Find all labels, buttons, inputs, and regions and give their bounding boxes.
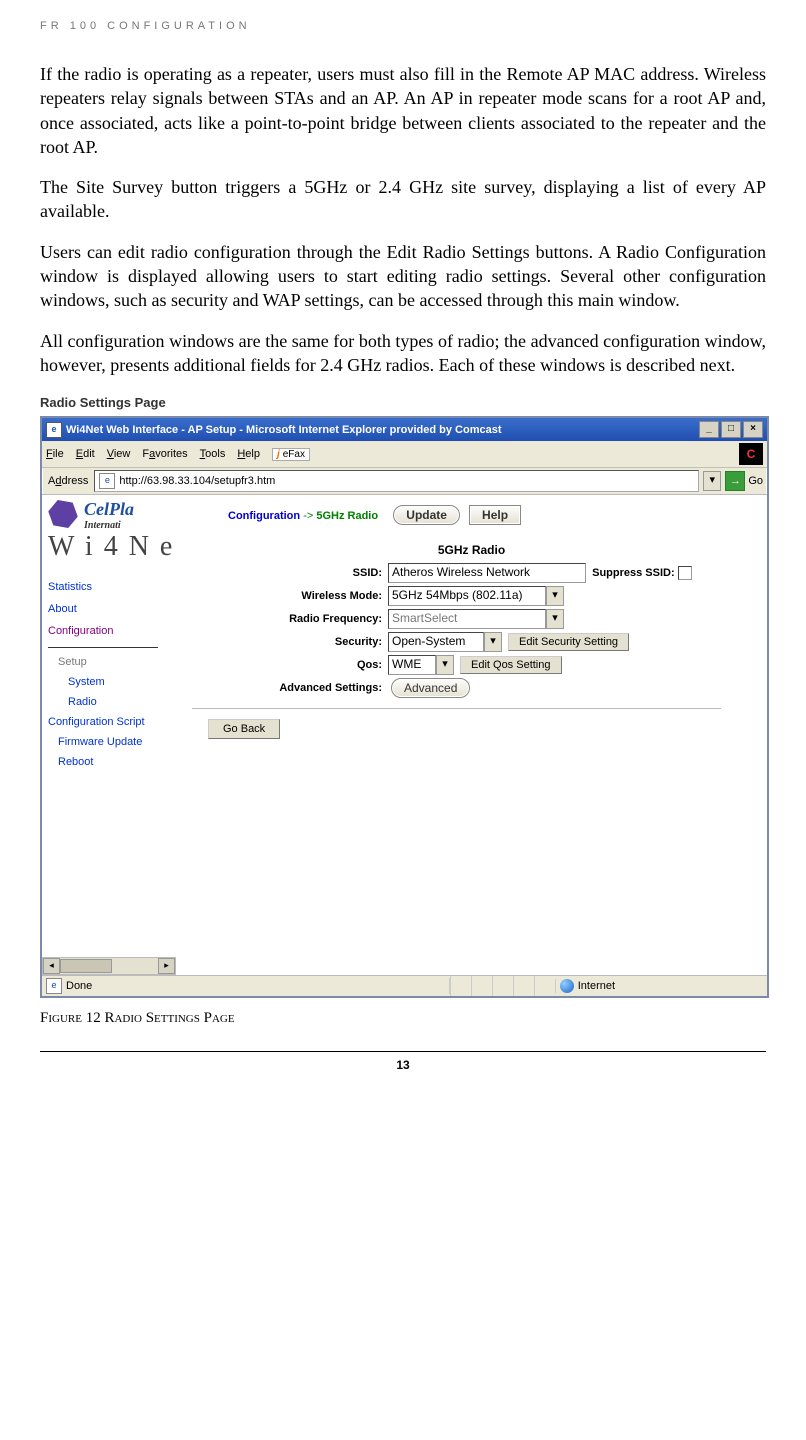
globe-icon <box>560 979 574 993</box>
radio-frequency-select[interactable]: SmartSelect▾ <box>388 609 564 629</box>
subhead-radio-settings: Radio Settings Page <box>40 395 766 410</box>
nav-setup[interactable]: Setup <box>58 656 178 668</box>
menu-tools[interactable]: Tools <box>200 448 226 460</box>
edit-qos-button[interactable]: Edit Qos Setting <box>460 656 562 674</box>
close-button[interactable]: × <box>743 421 763 438</box>
scroll-thumb[interactable] <box>60 959 112 973</box>
radio-frequency-label: Radio Frequency: <box>182 613 388 625</box>
nav-about[interactable]: About <box>48 603 178 615</box>
scroll-left-icon[interactable]: ◂ <box>43 958 60 974</box>
minimize-button[interactable]: _ <box>699 421 719 438</box>
qos-select[interactable]: WME▾ <box>388 655 454 675</box>
status-bar: e Done Internet <box>42 975 767 996</box>
nav-radio[interactable]: Radio <box>68 696 178 708</box>
breadcrumb-arrow-icon: -> <box>303 510 313 522</box>
chevron-down-icon: ▾ <box>546 609 564 629</box>
wireless-mode-label: Wireless Mode: <box>182 590 388 602</box>
form-divider <box>192 708 721 709</box>
address-label: Address <box>46 475 90 487</box>
breadcrumb: Configuration -> 5GHz Radio Update Help <box>228 505 761 525</box>
main-content: Configuration -> 5GHz Radio Update Help … <box>182 495 767 975</box>
comcast-logo-icon: C <box>739 443 763 465</box>
security-select[interactable]: Open-System▾ <box>388 632 502 652</box>
chevron-down-icon: ▾ <box>436 655 454 675</box>
breadcrumb-configuration[interactable]: Configuration <box>228 510 300 522</box>
address-bar: Address e http://63.98.33.104/setupfr3.h… <box>42 468 767 495</box>
ie-icon: e <box>46 422 62 438</box>
window-title: Wi4Net Web Interface - AP Setup - Micros… <box>66 424 502 436</box>
page-rule <box>40 1051 766 1052</box>
paragraph-3: Users can edit radio configuration throu… <box>40 240 766 313</box>
toolbar-efax[interactable]: jeFax <box>272 448 310 461</box>
menu-file[interactable]: File <box>46 448 64 460</box>
celplan-logo: CelPla Internati <box>84 499 134 531</box>
figure-caption: Figure 12 Radio Settings Page <box>40 1010 766 1027</box>
ssid-input[interactable]: Atheros Wireless Network <box>388 563 586 583</box>
menu-help[interactable]: Help <box>237 448 260 460</box>
suppress-ssid-label: Suppress SSID: <box>592 567 675 579</box>
help-button[interactable]: Help <box>469 505 521 525</box>
paragraph-1: If the radio is operating as a repeater,… <box>40 62 766 159</box>
wireless-mode-select[interactable]: 5GHz 54Mbps (802.11a)▾ <box>388 586 564 606</box>
edit-security-button[interactable]: Edit Security Setting <box>508 633 629 651</box>
status-zone: Internet <box>578 980 615 992</box>
update-button[interactable]: Update <box>393 505 460 525</box>
nav-system[interactable]: System <box>68 676 178 688</box>
horizontal-scrollbar[interactable]: ◂ ▸ <box>42 957 176 975</box>
running-header: FR 100 CONFIGURATION <box>40 20 766 32</box>
page-icon: e <box>46 978 62 994</box>
page-icon: e <box>99 473 115 489</box>
nav-configuration[interactable]: Configuration <box>48 625 178 637</box>
security-label: Security: <box>182 636 388 648</box>
nav-reboot[interactable]: Reboot <box>58 756 178 768</box>
section-title: 5GHz Radio <box>182 543 761 557</box>
chevron-down-icon: ▾ <box>546 586 564 606</box>
menu-view[interactable]: View <box>107 448 131 460</box>
scroll-right-icon[interactable]: ▸ <box>158 958 175 974</box>
nav-divider <box>48 647 158 648</box>
advanced-button[interactable]: Advanced <box>391 678 470 698</box>
maximize-button[interactable]: □ <box>721 421 741 438</box>
ssid-label: SSID: <box>182 567 388 579</box>
menu-favorites[interactable]: Favorites <box>142 448 187 460</box>
menubar: File Edit View Favorites Tools Help jeFa… <box>42 441 767 468</box>
qos-label: Qos: <box>182 659 388 671</box>
cube-logo-icon <box>46 499 80 530</box>
nav-firmware-update[interactable]: Firmware Update <box>58 736 178 748</box>
breadcrumb-radio: 5GHz Radio <box>316 510 378 522</box>
go-back-button[interactable]: Go Back <box>208 719 280 739</box>
sidebar: CelPla Internati W i 4 N e Statistics Ab… <box>42 495 182 975</box>
address-input[interactable]: e http://63.98.33.104/setupfr3.htm <box>94 470 699 492</box>
ie-window: e Wi4Net Web Interface - AP Setup - Micr… <box>40 416 769 998</box>
nav-config-script[interactable]: Configuration Script <box>48 716 178 728</box>
status-done: Done <box>66 980 92 992</box>
go-arrow-icon[interactable]: → <box>725 471 745 491</box>
suppress-ssid-checkbox[interactable] <box>678 566 692 580</box>
nav-statistics[interactable]: Statistics <box>48 581 178 593</box>
address-url: http://63.98.33.104/setupfr3.htm <box>119 475 275 487</box>
address-dropdown[interactable]: ▾ <box>703 471 721 491</box>
advanced-settings-label: Advanced Settings: <box>182 682 388 694</box>
window-titlebar[interactable]: e Wi4Net Web Interface - AP Setup - Micr… <box>42 418 767 441</box>
go-label[interactable]: Go <box>748 475 763 487</box>
wi4net-logo: W i 4 N e <box>48 531 178 563</box>
chevron-down-icon: ▾ <box>484 632 502 652</box>
paragraph-4: All configuration windows are the same f… <box>40 329 766 378</box>
paragraph-2: The Site Survey button triggers a 5GHz o… <box>40 175 766 224</box>
page-number: 13 <box>40 1058 766 1080</box>
menu-edit[interactable]: Edit <box>76 448 95 460</box>
